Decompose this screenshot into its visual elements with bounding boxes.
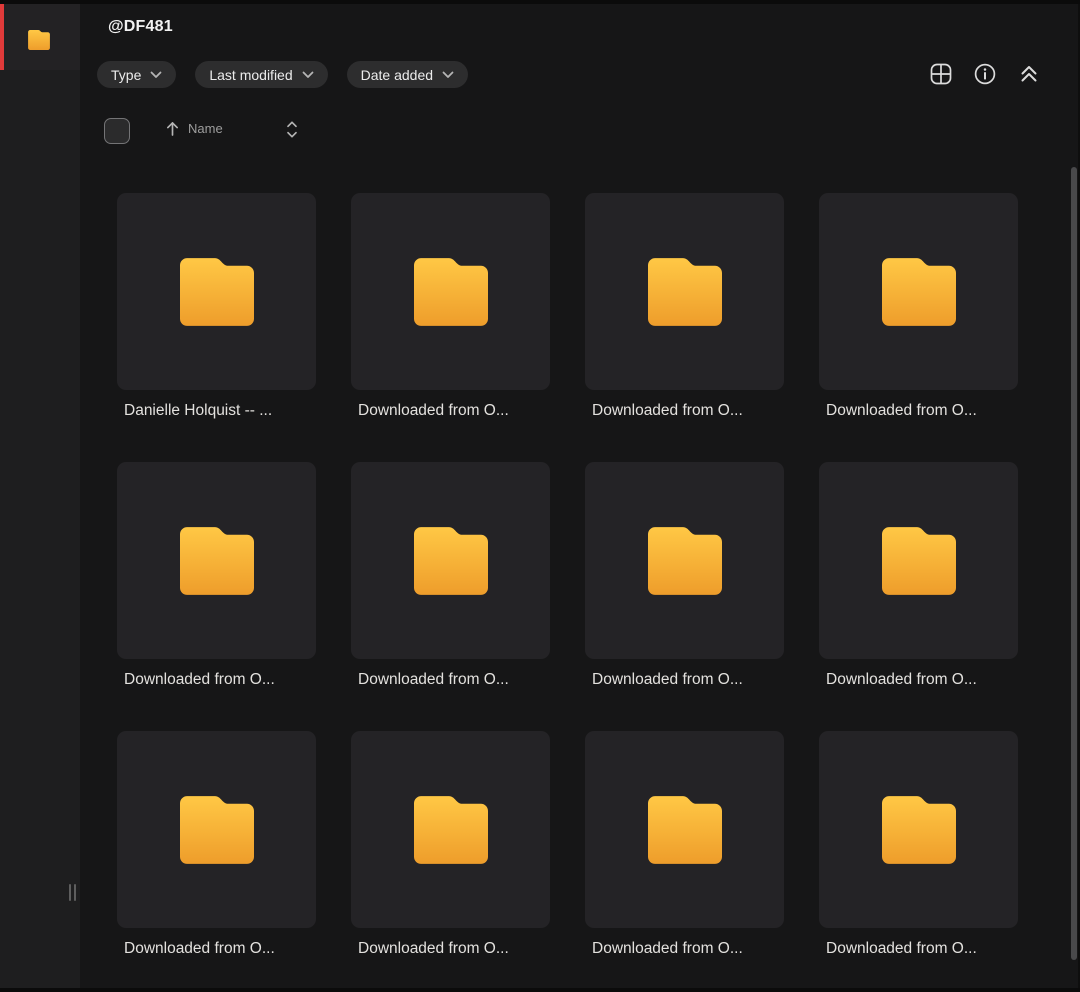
folder-card[interactable]: Downloaded from O... [117,731,316,958]
filter-chip-label: Type [111,66,142,83]
folder-card-tile [351,462,550,659]
folder-card-tile [819,193,1018,390]
folder-icon [881,257,956,326]
folder-card-tile [819,462,1018,659]
folder-label: Downloaded from O... [592,402,743,419]
filter-chip-label: Date added [360,66,434,83]
app-window: @DF481 Type Last modified Date added Nam… [0,4,1080,988]
info-icon [974,63,996,85]
sort-field-label: Name [188,121,223,136]
grid-view-icon [930,63,952,85]
folder-card[interactable]: Downloaded from O... [351,731,550,958]
folder-label: Downloaded from O... [358,940,509,957]
folder-card[interactable]: Downloaded from O... [585,731,784,958]
folder-card[interactable]: Downloaded from O... [819,731,1018,958]
folder-card-tile [585,462,784,659]
folder-card-tile [585,731,784,928]
folder-label: Downloaded from O... [826,671,977,688]
folder-icon [413,526,488,595]
filter-chip-label: Last modified [209,66,293,83]
grid-view-button[interactable] [930,63,952,85]
filter-bar: Type Last modified Date added [97,61,469,88]
collapse-button[interactable] [1018,63,1040,85]
sort-by-control[interactable]: Name [166,120,223,137]
folder-card[interactable]: Downloaded from O... [585,193,784,420]
toolbar-actions [930,63,1040,85]
folder-label: Danielle Holquist -- ... [124,402,273,419]
filter-chip-date-added[interactable]: Date added [346,61,469,88]
folder-grid: Danielle Holquist -- ... Downloaded from… [117,193,1018,958]
folder-card[interactable]: Downloaded from O... [585,462,784,689]
folder-label: Downloaded from O... [124,940,275,957]
folder-label: Downloaded from O... [826,402,977,419]
folder-card-tile [351,193,550,390]
folder-card-tile [117,731,316,928]
chevrons-up-icon [1021,66,1037,82]
folder-card-tile [117,193,316,390]
folder-icon [881,795,956,864]
selected-indicator [0,4,4,70]
folder-label: Downloaded from O... [358,402,509,419]
folder-card-tile [117,462,316,659]
folder-label: Downloaded from O... [826,940,977,957]
folder-card-tile [351,731,550,928]
main-panel: @DF481 Type Last modified Date added Nam… [80,4,1080,988]
folder-label: Downloaded from O... [358,671,509,688]
select-all-checkbox[interactable] [104,118,130,144]
folder-card[interactable]: Downloaded from O... [117,462,316,689]
folder-icon [413,795,488,864]
folder-icon [647,526,722,595]
folder-label: Downloaded from O... [592,671,743,688]
folder-icon [28,30,50,50]
page-title: @DF481 [108,18,173,35]
filter-chip-type[interactable]: Type [97,61,177,88]
sort-toggle[interactable] [286,120,298,144]
folder-card[interactable]: Downloaded from O... [819,462,1018,689]
chevron-down-icon [442,71,454,78]
scrollbar[interactable] [1071,167,1077,960]
folder-label: Downloaded from O... [124,671,275,688]
folder-icon [881,526,956,595]
sidebar [0,4,80,988]
chevron-down-icon [150,71,162,78]
info-button[interactable] [974,63,996,85]
folder-icon [179,257,254,326]
folder-icon [647,257,722,326]
folder-card[interactable]: Downloaded from O... [351,462,550,689]
folder-icon [179,526,254,595]
folder-label: Downloaded from O... [592,940,743,957]
folder-card[interactable]: Downloaded from O... [351,193,550,420]
unfold-icon [287,121,297,138]
folder-card[interactable]: Danielle Holquist -- ... [117,193,316,420]
folder-icon [413,257,488,326]
chevron-down-icon [302,71,314,78]
folder-icon [179,795,254,864]
filter-chip-last-modified[interactable]: Last modified [195,61,328,88]
folder-icon [647,795,722,864]
arrow-up-icon [167,122,178,136]
folder-card[interactable]: Downloaded from O... [819,193,1018,420]
folder-card-tile [819,731,1018,928]
sidebar-resize-handle[interactable] [69,884,76,901]
sidebar-item-current-folder[interactable] [0,4,80,70]
folder-card-tile [585,193,784,390]
